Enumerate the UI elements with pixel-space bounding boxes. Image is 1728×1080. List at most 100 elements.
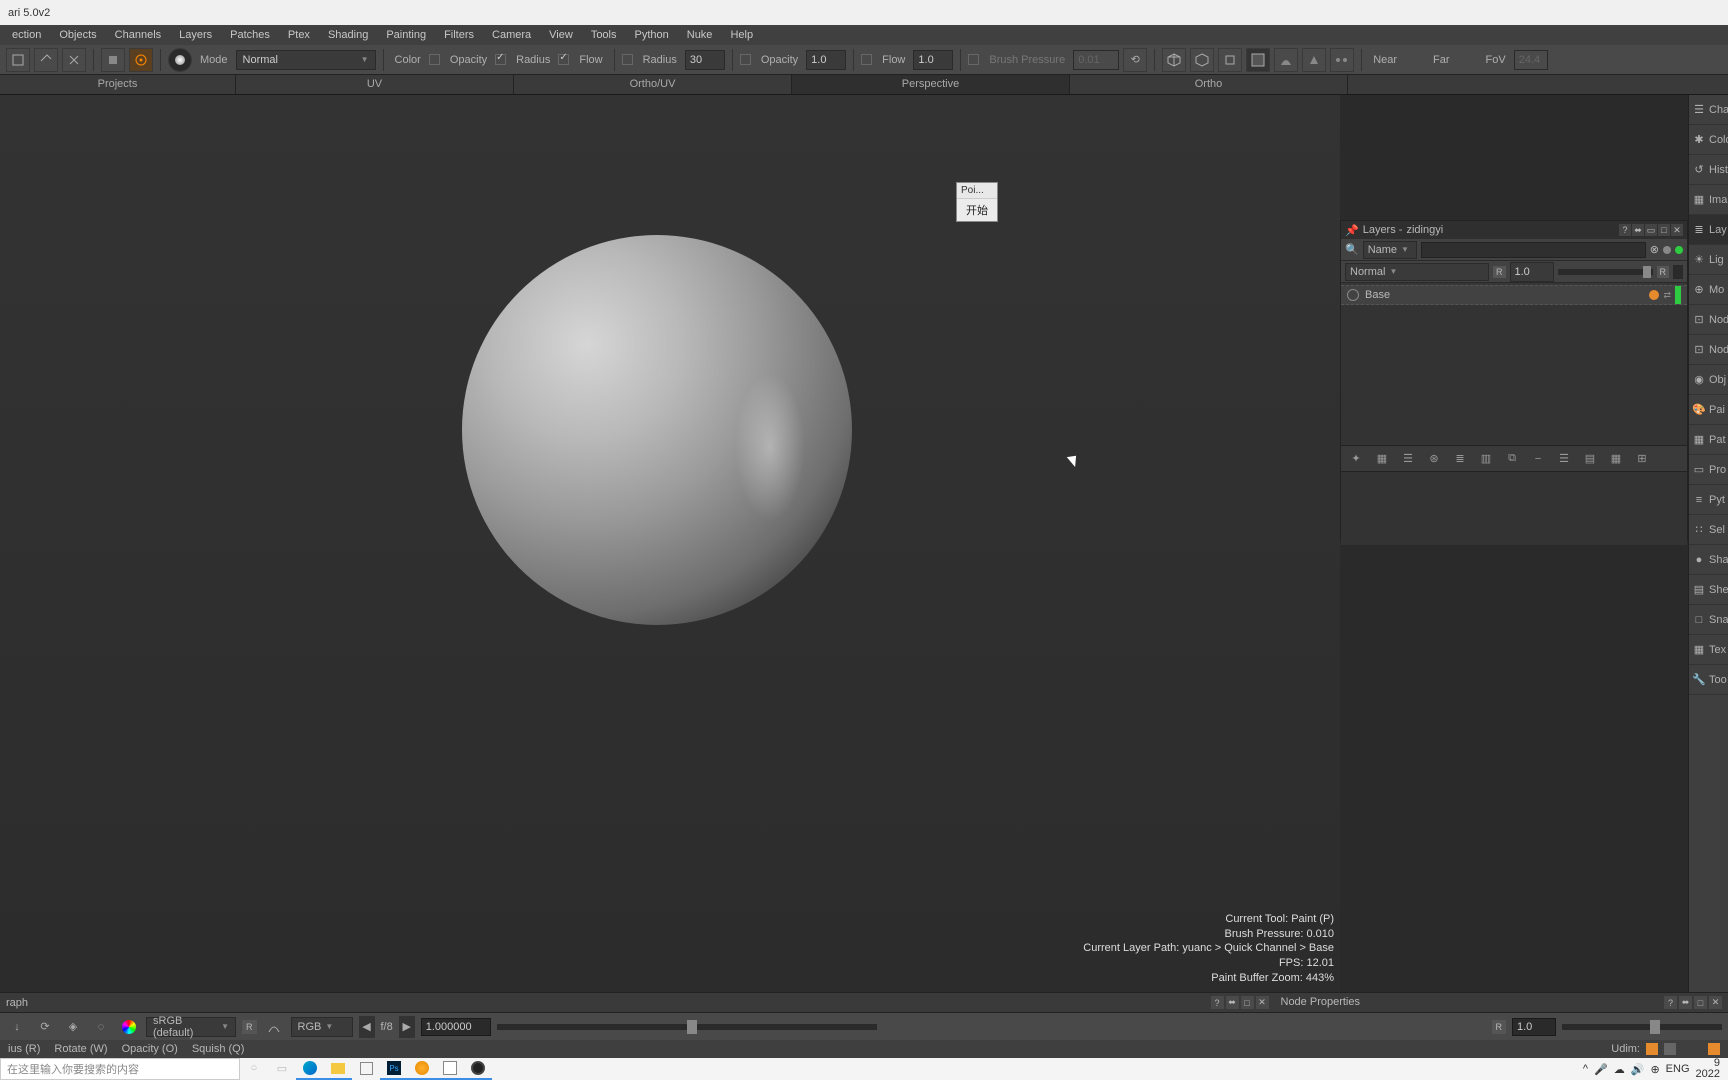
rtab-patches[interactable]: ▦Pat (1689, 425, 1728, 455)
flow-input[interactable] (913, 50, 953, 70)
rtab-node1[interactable]: ⊡Nod (1689, 305, 1728, 335)
panel-icon-a[interactable]: ? (1211, 996, 1224, 1009)
menu-painting[interactable]: Painting (378, 27, 434, 43)
rtab-tools[interactable]: 🔧Too (1689, 665, 1728, 695)
r-badge-2[interactable]: R (1492, 1020, 1507, 1034)
filter-search-input[interactable] (1421, 242, 1646, 258)
store-icon[interactable] (352, 1058, 380, 1080)
dot-icon-2[interactable] (1675, 246, 1683, 254)
add-paint-layer-icon[interactable]: ✦ (1347, 450, 1365, 468)
list-icon-2[interactable]: ▤ (1581, 450, 1599, 468)
gamma-input[interactable] (1512, 1018, 1556, 1036)
duplicate-icon[interactable]: ⧉ (1503, 450, 1521, 468)
taskbar-search[interactable]: 在这里输入你要搜索的内容 (0, 1058, 240, 1080)
floating-window[interactable]: Poi... 开始 (956, 182, 998, 222)
step-back-icon[interactable]: ◀ (359, 1016, 375, 1038)
tray-lang[interactable]: ENG (1666, 1063, 1690, 1075)
panel-max-icon[interactable]: □ (1658, 224, 1670, 236)
mari-icon[interactable] (408, 1058, 436, 1080)
tab-orthouv[interactable]: Ortho/UV (514, 75, 792, 94)
status-swatch[interactable] (1708, 1043, 1720, 1055)
app-icon-1[interactable] (436, 1058, 464, 1080)
shade-icon-2[interactable] (1302, 48, 1326, 72)
rtab-channels[interactable]: ☰Cha (1689, 95, 1728, 125)
menu-selection[interactable]: ection (4, 27, 49, 43)
edge-icon[interactable] (296, 1058, 324, 1080)
menu-ptex[interactable]: Ptex (280, 27, 318, 43)
cube-icon-1[interactable] (1162, 48, 1186, 72)
tab-ortho[interactable]: Ortho (1070, 75, 1348, 94)
cube-icon-4[interactable] (1246, 48, 1270, 72)
menu-camera[interactable]: Camera (484, 27, 539, 43)
refresh-icon[interactable]: ⟳ (34, 1016, 56, 1038)
photoshop-icon[interactable]: Ps (380, 1058, 408, 1080)
reset-icon[interactable]: ⟲ (1123, 48, 1147, 72)
dot-icon-1[interactable] (1663, 246, 1671, 254)
opacity-input[interactable] (806, 50, 846, 70)
rtab-colors[interactable]: ✱Cold (1689, 125, 1728, 155)
curve-icon[interactable] (263, 1016, 285, 1038)
rtab-selection[interactable]: ∷Sel (1689, 515, 1728, 545)
radius-input[interactable] (685, 50, 725, 70)
panel-min-icon[interactable]: ▭ (1645, 224, 1657, 236)
rtab-history[interactable]: ↺Hist (1689, 155, 1728, 185)
visibility-icon[interactable] (1347, 289, 1359, 301)
tab-perspective[interactable]: Perspective (792, 75, 1070, 94)
explorer-icon[interactable] (324, 1058, 352, 1080)
zoom-icon[interactable]: ◈ (62, 1016, 84, 1038)
layer-opacity-slider[interactable] (1558, 269, 1653, 275)
layer-opacity-input[interactable] (1510, 262, 1554, 282)
panel-icon-e[interactable]: ? (1664, 996, 1677, 1009)
rtab-projects[interactable]: ▭Pro (1689, 455, 1728, 485)
tool-icon-4[interactable] (101, 48, 125, 72)
brush-preview-icon[interactable] (168, 48, 192, 72)
tray-mic-icon[interactable]: 🎤 (1594, 1063, 1608, 1076)
tab-uv[interactable]: UV (236, 75, 514, 94)
tray-chevron-icon[interactable]: ^ (1583, 1063, 1588, 1075)
flow2-check[interactable] (861, 54, 872, 65)
panel-icon-g[interactable]: □ (1694, 996, 1707, 1009)
panel-icon-h[interactable]: ✕ (1709, 996, 1722, 1009)
tray-network-icon[interactable]: ⊕ (1650, 1063, 1659, 1076)
panel-pin-icon[interactable]: ⬌ (1632, 224, 1644, 236)
layer-link-icon[interactable]: ⇄ (1663, 290, 1671, 301)
floater-title[interactable]: Poi... (957, 183, 997, 199)
add-mask-icon[interactable]: ▥ (1477, 450, 1495, 468)
obs-icon[interactable] (464, 1058, 492, 1080)
layer-blend-dropdown[interactable]: Normal▼ (1345, 263, 1489, 281)
layers-list-area[interactable] (1341, 305, 1687, 445)
rtab-layers[interactable]: ≣Lay (1689, 215, 1728, 245)
rtab-modifiers[interactable]: ⊕Mo (1689, 275, 1728, 305)
rtab-lights[interactable]: ☀Lig (1689, 245, 1728, 275)
add-procedural-icon[interactable]: ☰ (1399, 450, 1417, 468)
rtab-snapshots[interactable]: □Sna (1689, 605, 1728, 635)
clear-filter-icon[interactable]: ⊗ (1650, 243, 1659, 256)
grid-icon-1[interactable]: ▦ (1607, 450, 1625, 468)
pin-icon[interactable]: 📌 (1345, 224, 1359, 237)
layer-row-base[interactable]: Base ⇄ (1341, 285, 1687, 305)
panel-icon-b[interactable]: ⬌ (1226, 996, 1239, 1009)
udim-swatch-1[interactable] (1646, 1043, 1658, 1055)
panel-icon-f[interactable]: ⬌ (1679, 996, 1692, 1009)
search-icon[interactable]: 🔍 (1345, 243, 1359, 256)
step-fwd-icon[interactable]: ▶ (399, 1016, 415, 1038)
filter-dropdown[interactable]: Name▼ (1363, 241, 1417, 259)
tool-icon-3[interactable] (62, 48, 86, 72)
rtab-textures[interactable]: ▦Tex (1689, 635, 1728, 665)
target-icon[interactable] (129, 48, 153, 72)
colorwheel-icon[interactable] (118, 1016, 140, 1038)
cortana-icon[interactable]: ○ (240, 1058, 268, 1080)
menu-objects[interactable]: Objects (51, 27, 104, 43)
flow-check[interactable] (558, 54, 569, 65)
viewport-3d[interactable]: Current Tool: Paint (P) Brush Pressure: … (0, 95, 1340, 992)
channel-dropdown[interactable]: RGB▼ (291, 1017, 353, 1037)
exposure-input[interactable] (421, 1018, 491, 1036)
cube-icon-2[interactable] (1190, 48, 1214, 72)
opacity2-check[interactable] (740, 54, 751, 65)
sphere-object[interactable] (462, 235, 852, 625)
add-adjustment-icon[interactable]: ▦ (1373, 450, 1391, 468)
panel-icon-d[interactable]: ✕ (1256, 996, 1269, 1009)
add-graph-icon[interactable]: ⊛ (1425, 450, 1443, 468)
rtab-painting[interactable]: 🎨Pai (1689, 395, 1728, 425)
panel-undock-icon[interactable]: ? (1619, 224, 1631, 236)
